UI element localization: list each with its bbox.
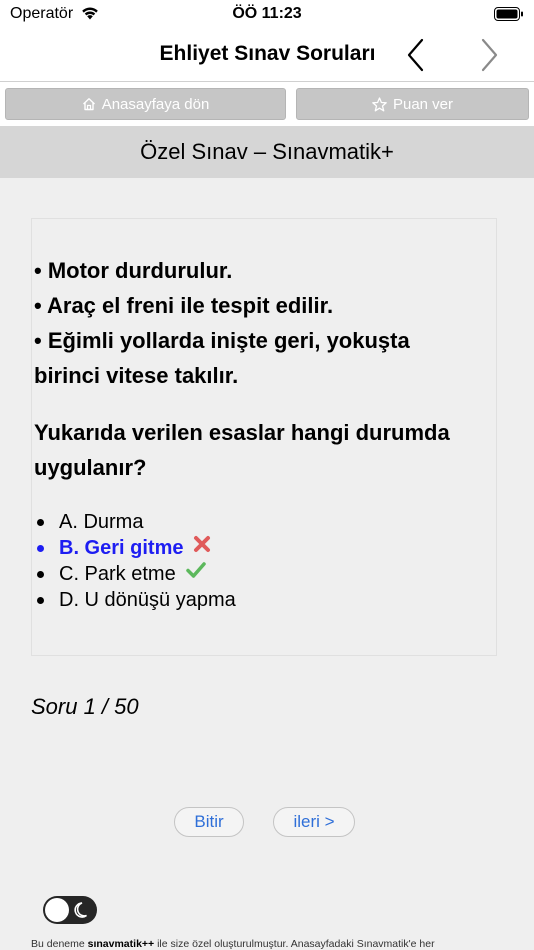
question-prompt: Yukarıda verilen esaslar hangi durumda u… [34,420,450,480]
star-icon [372,96,387,111]
rate-button-label: Puan ver [392,95,454,113]
option-a-label: A. Durma [59,511,144,533]
battery-icon [494,7,524,26]
answer-options: A. Durma B. Geri gitme C. Park etme D. U… [32,509,472,613]
dark-mode-toggle[interactable] [43,896,97,924]
statement-1: • Motor durdurulur. [34,258,233,283]
chevron-left-icon [407,38,424,72]
home-button[interactable]: Anasayfaya dön [5,88,286,120]
next-button[interactable]: ileri > [273,807,355,837]
option-c[interactable]: C. Park etme [32,561,472,587]
exam-title: Özel Sınav – Sınavmatik+ [0,126,534,178]
footer-prefix: Bu deneme [31,938,88,950]
home-button-label: Anasayfaya dön [101,95,210,113]
toolbar: Anasayfaya dön Puan ver [0,82,534,126]
option-b[interactable]: B. Geri gitme [32,535,472,561]
checkmark-icon [185,560,206,586]
cross-icon [193,534,211,560]
statement-2: • Araç el freni ile tespit edilir. [34,293,334,318]
forward-button[interactable] [474,36,504,74]
navigation-bar: Ehliyet Sınav Soruları [0,28,534,82]
footer-brand: sınavmatik++ [87,938,155,950]
footer-note: Bu deneme sınavmatik++ ile size özel olu… [31,938,531,950]
option-a[interactable]: A. Durma [32,509,472,535]
back-button[interactable] [402,36,432,74]
home-icon [82,98,95,111]
page-title: Ehliyet Sınav Soruları [159,42,376,65]
option-d-label: D. U dönüşü yapma [59,589,236,611]
question-card: • Motor durdurulur. • Araç el freni ile … [31,218,497,656]
chevron-right-icon [481,38,498,72]
clock-label: ÖÖ 11:23 [232,5,302,22]
option-b-label: B. Geri gitme [59,537,184,559]
moon-icon [74,902,87,918]
question-counter: Soru 1 / 50 [31,694,139,719]
option-c-label: C. Park etme [59,563,176,585]
rate-button[interactable]: Puan ver [296,88,529,120]
statement-3: • Eğimli yollarda inişte geri, yokuşta b… [34,328,410,388]
option-d[interactable]: D. U dönüşü yapma [32,587,472,613]
question-statements: • Motor durdurulur. • Araç el freni ile … [34,253,474,393]
footer-suffix: ile size özel oluşturulmuştur. Anasayfad… [154,938,435,950]
status-bar: Operatör ÖÖ 11:23 [0,0,534,28]
toggle-knob [45,898,69,922]
finish-button[interactable]: Bitir [174,807,244,837]
